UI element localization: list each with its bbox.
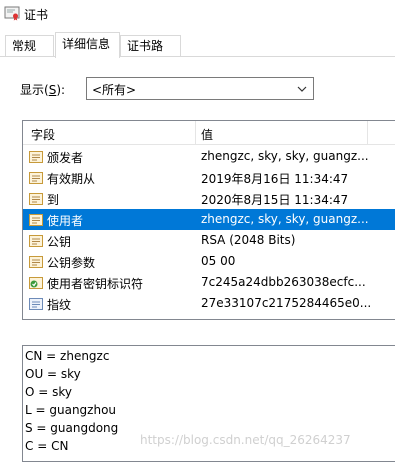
column-header-value[interactable]: 值 [201,126,213,143]
row-field-name: 使用者密钥标识符 [47,277,144,291]
title-bar: 证书 [0,0,395,31]
detail-line: S = guangdong [25,421,119,435]
list-row[interactable]: 使用者密钥标识符 7c245a24dbb263038ecfc... [23,272,395,293]
row-field-value: 05 00 [201,254,236,268]
tab-strip: 常规 详细信息 证书路径 [0,31,395,73]
chevron-down-icon [297,86,307,92]
cert-field-icon [29,172,43,184]
cert-field-icon [29,193,43,205]
cert-extension-icon [29,277,43,289]
list-row[interactable]: 颁发者 zhengzc, sky, sky, guangz... [23,146,395,167]
show-label: 显示(S): [20,83,66,97]
detail-line: L = guangzhou [25,403,117,417]
show-filter-value: <所有> [92,83,137,97]
list-row[interactable]: 到 2020年8月15日 11:34:47 [23,188,395,209]
column-divider[interactable] [195,121,196,145]
cert-field-icon [29,214,43,226]
show-filter-dropdown[interactable]: <所有> [86,77,314,100]
cert-property-icon [29,298,43,310]
cert-field-icon [29,256,43,268]
row-field-name: 指纹 [47,298,72,312]
row-field-name: 有效期从 [47,172,96,186]
row-field-value: RSA (2048 Bits) [201,233,296,247]
list-row[interactable]: 使用者 zhengzc, sky, sky, guangz... [23,209,395,230]
field-list[interactable]: 字段 值 颁发者 zhengzc, sky, sky, guangz... 有效期从… [22,120,395,320]
detail-line: C = CN [25,439,69,453]
list-row[interactable]: 有效期从 2019年8月16日 11:34:47 [23,167,395,188]
detail-line: OU = sky [25,367,81,381]
column-header-field[interactable]: 字段 [31,126,55,143]
row-field-value: 2019年8月16日 11:34:47 [201,172,349,186]
row-field-value: zhengzc, sky, sky, guangz... [201,149,369,163]
details-panel: 显示(S): <所有> 字段 值 颁发者 zhengzc, sky, sky, g… [0,56,395,462]
tab-details[interactable]: 详细信息 [55,32,120,58]
row-field-value: 2020年8月15日 11:34:47 [201,193,349,207]
list-row[interactable]: 指纹 27e33107c2175284465e0... [23,293,395,314]
row-field-value: 27e33107c2175284465e0... [201,296,372,310]
detail-line: CN = zhengzc [25,349,110,363]
row-field-name: 颁发者 [47,151,84,165]
row-field-name: 使用者 [47,214,84,228]
window-title: 证书 [24,8,49,22]
list-header: 字段 值 [23,121,395,145]
cert-field-icon [29,151,43,163]
row-field-value: zhengzc, sky, sky, guangz... [201,212,369,226]
watermark: https://blog.csdn.net/qq_26264237 [140,433,351,447]
row-field-name: 公钥参数 [47,256,96,270]
certificate-window: 证书 常规 详细信息 证书路径 显示(S): <所有> 字段 值 颁发者 zhen… [0,0,395,462]
tab-general[interactable]: 常规 [5,35,54,57]
list-row[interactable]: 公钥 RSA (2048 Bits) [23,230,395,251]
certificate-icon [4,6,20,21]
cert-field-icon [29,235,43,247]
row-field-value: 7c245a24dbb263038ecfc... [201,275,366,289]
row-field-name: 到 [47,193,60,207]
list-row[interactable]: 公钥参数 05 00 [23,251,395,272]
column-divider[interactable] [367,121,368,145]
detail-line: O = sky [25,385,73,399]
tab-cert-path[interactable]: 证书路径 [120,35,181,73]
row-field-name: 公钥 [47,235,72,249]
